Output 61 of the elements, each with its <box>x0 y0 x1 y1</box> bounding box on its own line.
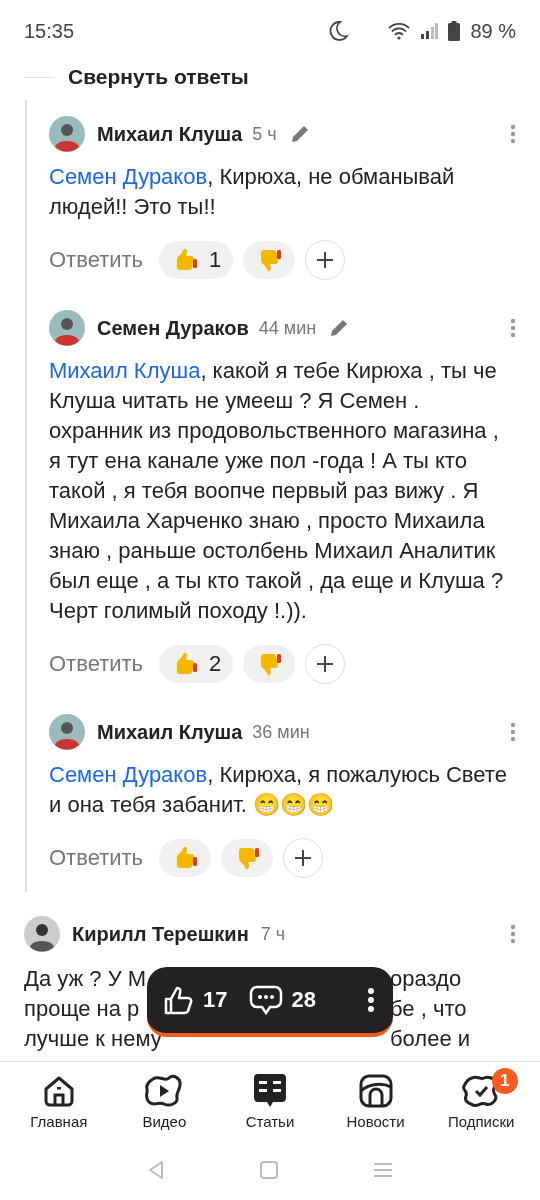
reply-button[interactable]: Ответить <box>49 651 144 677</box>
comment-time: 36 мин <box>252 721 310 743</box>
comment-text: более и <box>390 1025 471 1053</box>
mention-link[interactable]: Семен Дураков <box>49 164 208 189</box>
plus-icon <box>293 848 314 868</box>
like-button[interactable]: 2 <box>159 645 234 683</box>
plus-icon <box>315 654 336 674</box>
collapse-replies-link[interactable]: Свернуть ответы <box>68 65 249 89</box>
like-button[interactable] <box>159 839 212 877</box>
comment-text: ораздо <box>390 965 462 993</box>
comment-time: 7 ч <box>260 923 286 945</box>
comment-icon[interactable] <box>249 984 284 1016</box>
notification-badge: 1 <box>491 1068 518 1094</box>
like-button[interactable]: 1 <box>159 241 234 279</box>
reply-button[interactable]: Ответить <box>49 247 144 273</box>
avatar-icon <box>24 916 60 952</box>
dislike-button[interactable] <box>243 645 296 683</box>
author-name[interactable]: Михаил Клуша <box>97 122 243 146</box>
battery-icon <box>448 21 461 41</box>
add-reaction-button[interactable] <box>283 838 324 878</box>
video-icon <box>145 1073 184 1109</box>
nav-tab[interactable]: Статьи <box>217 1062 323 1140</box>
battery-percent: 89 % <box>470 19 516 43</box>
nav-tab[interactable]: Главная <box>6 1062 112 1140</box>
comment-text: Семен Дураков, Кирюха, не обманывай людей!! Это ты!! <box>49 163 456 221</box>
comment-text: лучше к нему <box>24 1025 162 1053</box>
articles-icon <box>251 1071 289 1109</box>
comment-text: Михаил Клуша, какой я тебе Кирюха , ты че Клуша читать не умееш ? Я Семен . охранник из продовольственного магазина , я тут ена канале уже пол -года ! А ты кто такой , я тебя воопче первый раз вижу . Я Михаила Харченко знаю , просто Михаила знаю , раньше остолбень Михаил Аналитик был еще , а ты кто такой , да еще и Клуша ? Черт голимый походу !.)). <box>49 357 505 625</box>
comment-text: проще на р <box>24 995 140 1023</box>
comment-time: 44 мин <box>258 317 317 339</box>
like-count: 17 <box>203 987 228 1013</box>
status-time: 15:35 <box>24 19 76 43</box>
thumbs-up-icon[interactable] <box>163 984 195 1016</box>
mention-link[interactable]: Михаил Клуша <box>49 358 201 383</box>
plus-icon <box>315 250 336 270</box>
add-reaction-button[interactable] <box>305 644 346 684</box>
avatar-icon <box>49 116 85 152</box>
author-name[interactable]: Семен Дураков <box>97 316 249 340</box>
avatar-icon <box>49 310 85 346</box>
comment-count: 28 <box>291 987 316 1013</box>
dislike-button[interactable] <box>221 839 274 877</box>
back-icon[interactable] <box>147 1160 166 1180</box>
comment-time: 5 ч <box>252 123 277 145</box>
mention-link[interactable]: Семен Дураков <box>49 762 208 787</box>
add-reaction-button[interactable] <box>305 240 346 280</box>
recent-apps-icon[interactable] <box>372 1162 393 1178</box>
author-name[interactable]: Кирилл Терешкин <box>72 922 249 946</box>
comment-text: Да уж ? У М <box>24 965 147 993</box>
more-icon[interactable] <box>367 987 375 1013</box>
avatar-icon <box>49 714 85 750</box>
dislike-button[interactable] <box>243 241 296 279</box>
author-name[interactable]: Михаил Клуша <box>97 720 243 744</box>
wifi-icon <box>388 22 411 40</box>
signal-icon <box>420 22 439 40</box>
nav-tab[interactable]: Новости <box>322 1062 429 1140</box>
news-icon <box>357 1073 394 1109</box>
comment-text: Семен Дураков, Кирюха, я пожалуюсь Свете и она тебя забанит. 😁😁😁 <box>49 761 508 819</box>
nav-tab[interactable]: Видео <box>111 1062 218 1140</box>
nav-tab[interactable]: Подписки 1 <box>428 1062 534 1140</box>
reply-button[interactable]: Ответить <box>49 845 144 871</box>
home-button-icon[interactable] <box>260 1161 278 1179</box>
